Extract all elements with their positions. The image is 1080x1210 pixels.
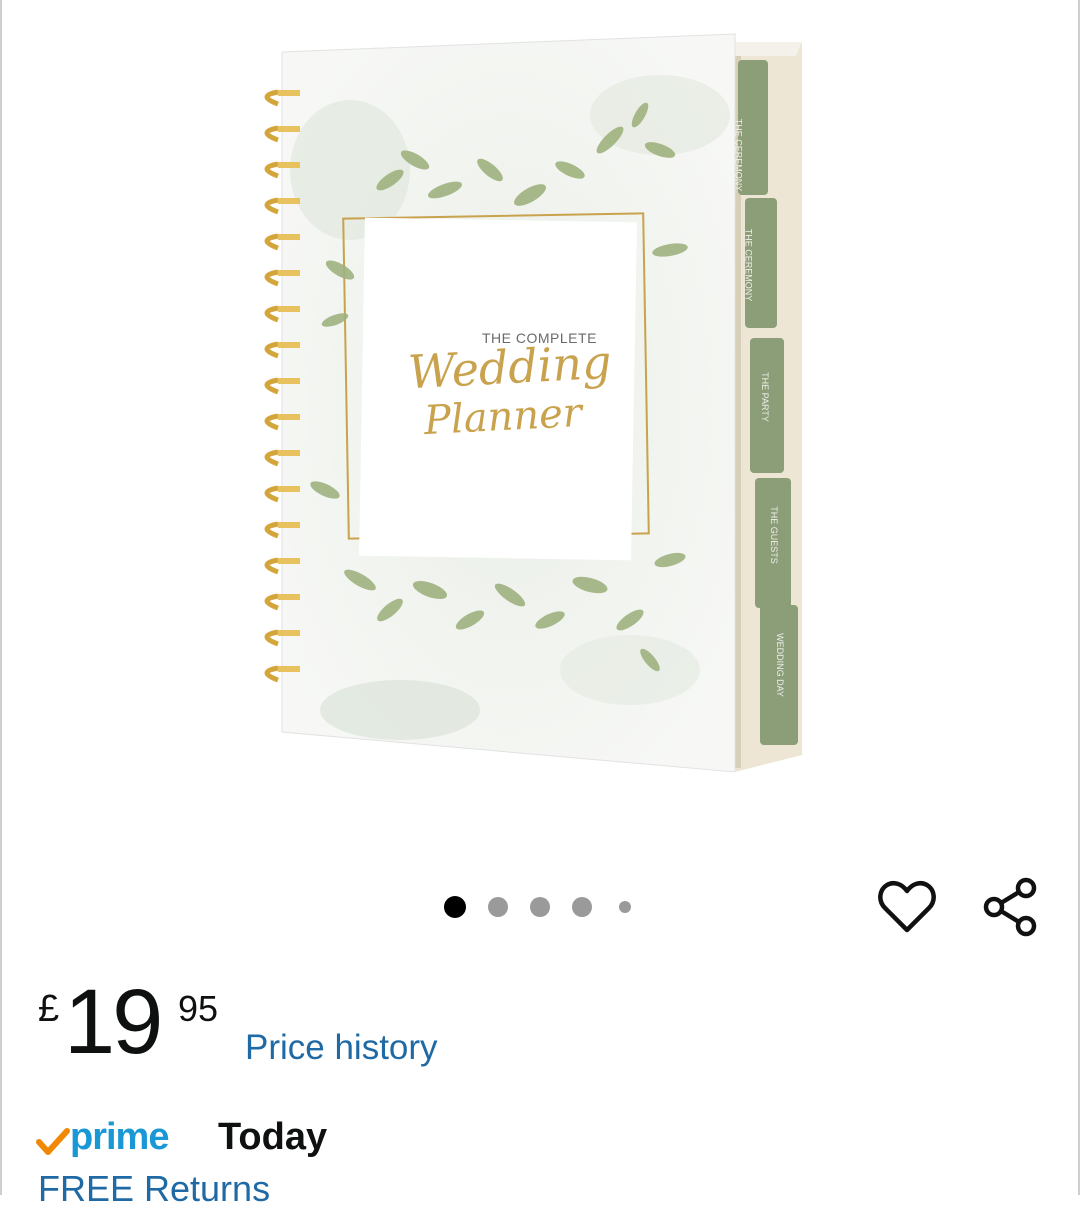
cover-title-line1: Wedding: [406, 334, 613, 400]
carousel-dot-5[interactable]: [619, 901, 631, 913]
carousel-dot-3[interactable]: [530, 897, 550, 917]
free-returns-link[interactable]: FREE Returns: [38, 1168, 270, 1210]
carousel-dot-1-active[interactable]: [444, 896, 466, 918]
product-price: £ 19 95: [38, 971, 238, 1073]
tab-label-ceremony-2: THE CEREMONY: [743, 228, 754, 302]
tab-label-party: THE PARTY: [759, 372, 770, 422]
price-whole: 19: [64, 971, 163, 1073]
share-icon[interactable]: [980, 876, 1042, 938]
left-frame-edge: [0, 0, 2, 1195]
price-currency: £: [38, 988, 60, 1030]
carousel-dot-2[interactable]: [488, 897, 508, 917]
tab-label-guests: THE GUESTS: [768, 506, 779, 564]
cover-title-line2: Planner: [422, 389, 583, 445]
tab-label-ceremony-1: THE CEREMONY: [733, 118, 744, 192]
prime-check-icon: [36, 1128, 70, 1155]
price-fraction: 95: [178, 988, 219, 1029]
prime-logo-text: prime: [70, 1116, 169, 1158]
delivery-when: Today: [218, 1116, 328, 1158]
price-history-link[interactable]: Price history: [245, 1028, 438, 1068]
carousel-dot-4[interactable]: [572, 897, 592, 917]
heart-icon[interactable]: [876, 876, 938, 938]
tab-label-wedding-day: WEDDING DAY: [774, 633, 785, 697]
